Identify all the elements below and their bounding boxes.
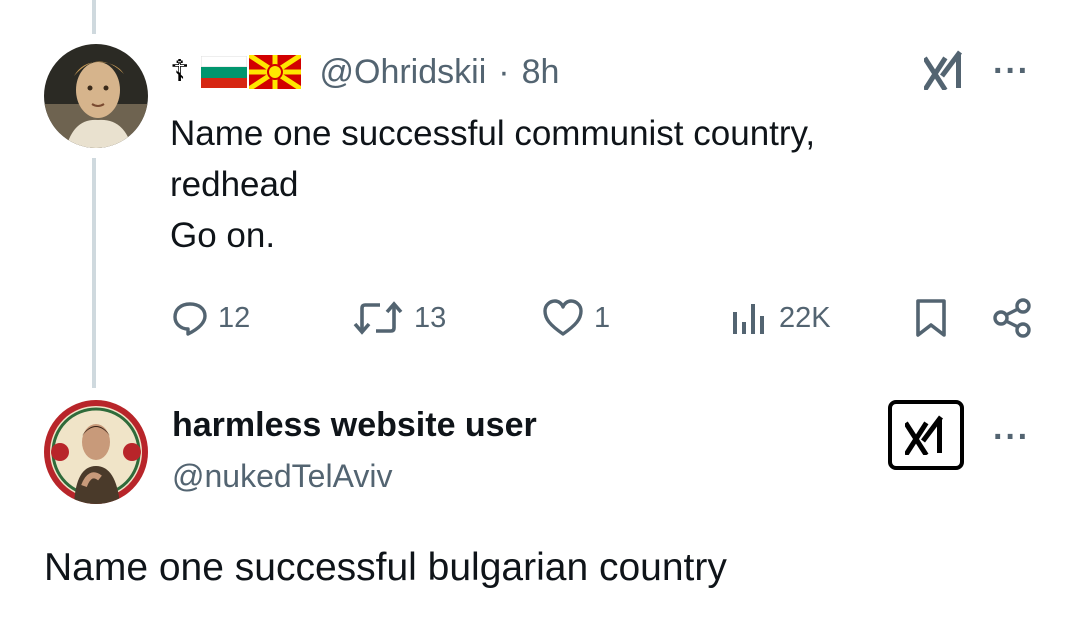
orthodox-cross-icon: ☦ <box>170 55 190 88</box>
reply-author-handle[interactable]: @nukedTelAviv <box>172 458 392 495</box>
reply-avatar[interactable] <box>44 400 148 504</box>
reply-count: 12 <box>218 301 251 334</box>
like-icon <box>543 299 583 336</box>
separator-dot: · <box>498 52 510 91</box>
tweet-text-line: redhead <box>170 165 299 204</box>
repost-button[interactable]: 13 <box>352 296 446 340</box>
tweet-text-line: Go on. <box>170 216 276 255</box>
xai-logo-button[interactable] <box>888 400 964 470</box>
repost-icon <box>353 301 403 335</box>
thread-line <box>92 158 96 388</box>
reply-button[interactable]: 12 <box>172 296 250 340</box>
repost-count: 13 <box>414 301 447 334</box>
views-button[interactable]: 22K <box>731 296 831 340</box>
views-count: 22K <box>779 301 831 334</box>
more-icon[interactable]: ··· <box>993 54 1030 88</box>
bookmark-button[interactable] <box>914 296 948 340</box>
share-button[interactable] <box>992 296 1032 340</box>
author-handle[interactable]: @Ohridskii <box>319 53 486 92</box>
reply-author-name[interactable]: harmless website user <box>172 406 537 445</box>
xai-logo-icon[interactable] <box>924 50 966 90</box>
bulgaria-flag-icon <box>201 56 248 88</box>
tweet-text-line: Name one successful communist country, <box>170 114 816 153</box>
thread-line-top <box>92 0 96 34</box>
like-button[interactable]: 1 <box>542 296 610 340</box>
north-macedonia-flag-icon <box>249 55 302 89</box>
tweet-header: ☦ @Ohridskii · 8h <box>170 50 559 94</box>
reply-text: Name one successful bulgarian country <box>44 546 727 589</box>
tweet-text: Name one successful communist country, r… <box>170 108 950 261</box>
tweet-actions: 12 13 1 22K <box>0 296 1080 340</box>
reply-more-icon[interactable]: ··· <box>993 420 1030 454</box>
like-count: 1 <box>594 301 611 334</box>
reply-icon <box>173 302 207 336</box>
avatar[interactable] <box>44 44 148 148</box>
views-icon <box>733 304 764 334</box>
xai-logo-icon <box>905 415 943 455</box>
timestamp[interactable]: 8h <box>522 53 560 92</box>
bookmark-icon <box>916 299 946 337</box>
share-icon <box>993 298 1031 338</box>
